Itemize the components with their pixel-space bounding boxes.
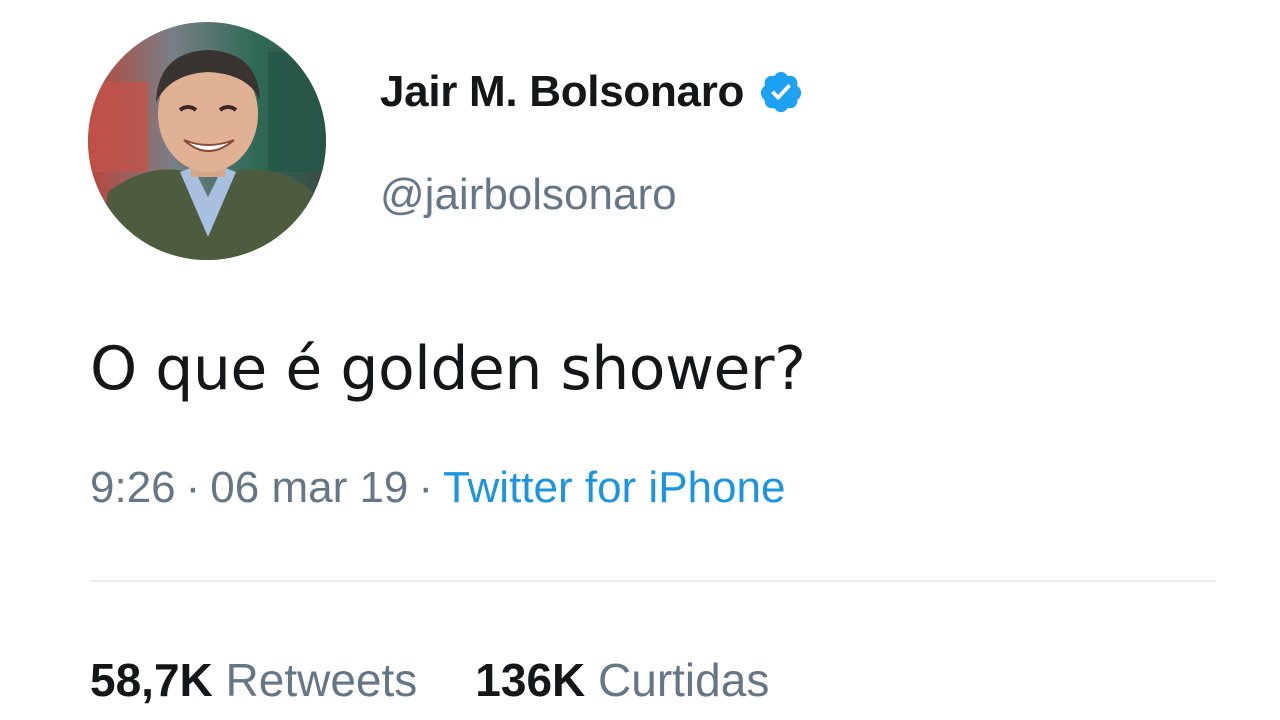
tweet-card: Jair M. Bolsonaro @jairbolsonaro O que é… bbox=[0, 0, 1280, 720]
verified-badge-icon bbox=[758, 69, 804, 115]
avatar-photo bbox=[88, 22, 326, 260]
tweet-time[interactable]: 9:26 bbox=[90, 463, 176, 512]
divider bbox=[90, 580, 1216, 582]
likes-label: Curtidas bbox=[598, 654, 770, 706]
author-row: Jair M. Bolsonaro bbox=[380, 62, 804, 122]
retweets-count: 58,7K bbox=[90, 654, 213, 706]
likes-count: 136K bbox=[475, 654, 586, 706]
author-handle[interactable]: @jairbolsonaro bbox=[380, 170, 677, 220]
retweets-label: Retweets bbox=[225, 654, 418, 706]
likes-stat[interactable]: 136K Curtidas bbox=[475, 653, 769, 707]
retweets-stat[interactable]: 58,7K Retweets bbox=[90, 653, 417, 707]
display-name[interactable]: Jair M. Bolsonaro bbox=[380, 67, 744, 117]
tweet-text: O que é golden shower? bbox=[90, 334, 806, 404]
tweet-stats: 58,7K Retweets 136K Curtidas bbox=[90, 653, 769, 707]
tweet-meta: 9:26 · 06 mar 19 · Twitter for iPhone bbox=[90, 463, 785, 513]
separator: · bbox=[418, 463, 434, 512]
avatar[interactable] bbox=[88, 22, 326, 260]
tweet-source-link[interactable]: Twitter for iPhone bbox=[443, 463, 785, 512]
separator: · bbox=[185, 463, 201, 512]
tweet-date[interactable]: 06 mar 19 bbox=[210, 463, 408, 512]
